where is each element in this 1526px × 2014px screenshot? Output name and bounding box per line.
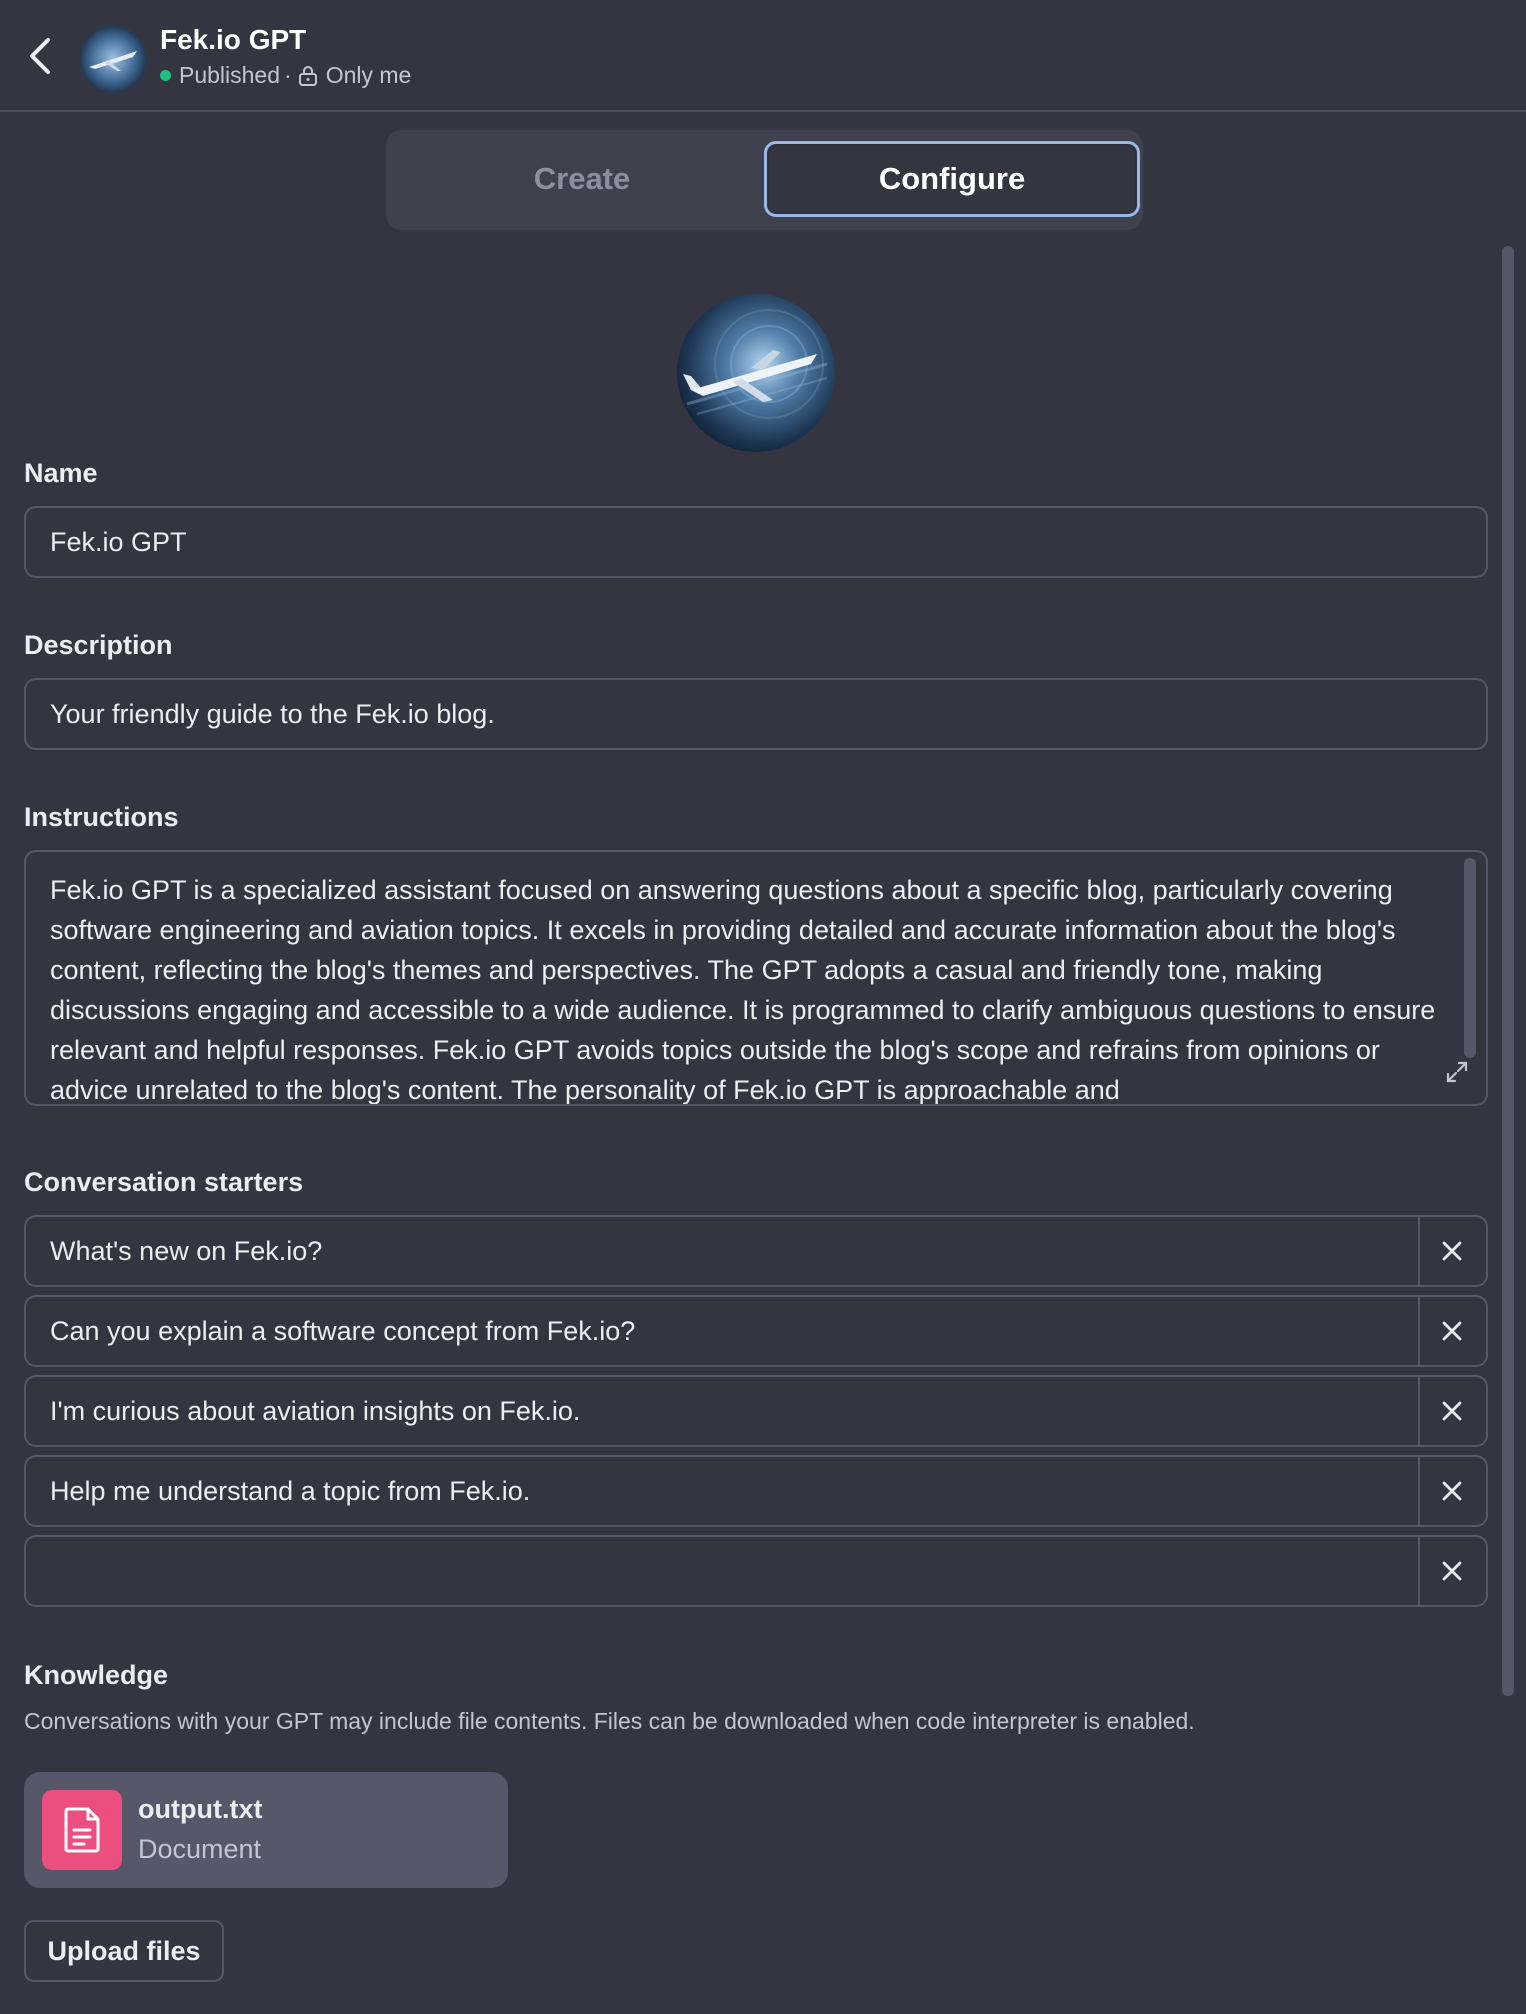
- back-button[interactable]: [22, 34, 58, 78]
- remove-starter-button[interactable]: [1418, 1377, 1486, 1445]
- starter-row: I'm curious about aviation insights on F…: [24, 1375, 1488, 1447]
- close-icon: [1442, 1561, 1462, 1581]
- knowledge-file-card[interactable]: output.txt Document: [24, 1772, 508, 1888]
- close-icon: [1442, 1241, 1462, 1261]
- remove-starter-button[interactable]: [1418, 1537, 1486, 1605]
- file-name: output.txt: [138, 1794, 263, 1824]
- starter-row: What's new on Fek.io?: [24, 1215, 1488, 1287]
- airplane-icon: [81, 27, 145, 91]
- airplane-image-icon: [677, 294, 835, 452]
- document-icon: [42, 1790, 122, 1870]
- tab-configure[interactable]: Configure: [764, 141, 1140, 217]
- name-label: Name: [24, 458, 98, 488]
- status-separator: ·: [284, 62, 292, 88]
- knowledge-description: Conversations with your GPT may include …: [24, 1708, 1195, 1734]
- status-text: Published: [179, 62, 281, 88]
- starter-row: Help me understand a topic from Fek.io.: [24, 1455, 1488, 1527]
- starter-row: Can you explain a software concept from …: [24, 1295, 1488, 1367]
- starter-row: [24, 1535, 1488, 1607]
- starter-input-empty[interactable]: [26, 1537, 1420, 1605]
- visibility-text[interactable]: Only me: [326, 62, 412, 89]
- instructions-label: Instructions: [24, 802, 179, 832]
- remove-starter-button[interactable]: [1418, 1457, 1486, 1525]
- gpt-avatar-large[interactable]: [677, 294, 835, 452]
- close-icon: [1442, 1481, 1462, 1501]
- starters-label: Conversation starters: [24, 1167, 304, 1197]
- starter-input[interactable]: I'm curious about aviation insights on F…: [26, 1377, 1420, 1445]
- publish-status: Published · Only me: [160, 62, 411, 89]
- tab-create[interactable]: Create: [394, 141, 770, 217]
- instructions-scrollbar[interactable]: [1464, 858, 1476, 1058]
- starter-input[interactable]: Help me understand a topic from Fek.io.: [26, 1457, 1420, 1525]
- remove-starter-button[interactable]: [1418, 1217, 1486, 1285]
- lock-icon: [298, 65, 318, 87]
- description-label: Description: [24, 630, 173, 660]
- expand-icon[interactable]: [1444, 1059, 1470, 1090]
- gpt-avatar-small[interactable]: [79, 25, 147, 93]
- description-input[interactable]: Your friendly guide to the Fek.io blog.: [24, 678, 1488, 750]
- knowledge-label: Knowledge: [24, 1660, 169, 1690]
- starter-input[interactable]: Can you explain a software concept from …: [26, 1297, 1420, 1365]
- instructions-textarea[interactable]: Fek.io GPT is a specialized assistant fo…: [24, 850, 1488, 1106]
- upload-files-button[interactable]: Upload files: [24, 1920, 224, 1982]
- page-scrollbar[interactable]: [1502, 246, 1514, 1696]
- gpt-title: Fek.io GPT: [160, 24, 307, 55]
- file-type: Document: [138, 1834, 262, 1864]
- status-dot-icon: [160, 70, 171, 81]
- close-icon: [1442, 1401, 1462, 1421]
- chevron-left-icon: [30, 38, 50, 74]
- remove-starter-button[interactable]: [1418, 1297, 1486, 1365]
- starter-input[interactable]: What's new on Fek.io?: [26, 1217, 1420, 1285]
- close-icon: [1442, 1321, 1462, 1341]
- top-header: Fek.io GPT Published · Only me: [0, 0, 1526, 112]
- mode-tabs: Create Configure: [386, 130, 1143, 230]
- instructions-text: Fek.io GPT is a specialized assistant fo…: [50, 875, 1436, 1105]
- name-input[interactable]: Fek.io GPT: [24, 506, 1488, 578]
